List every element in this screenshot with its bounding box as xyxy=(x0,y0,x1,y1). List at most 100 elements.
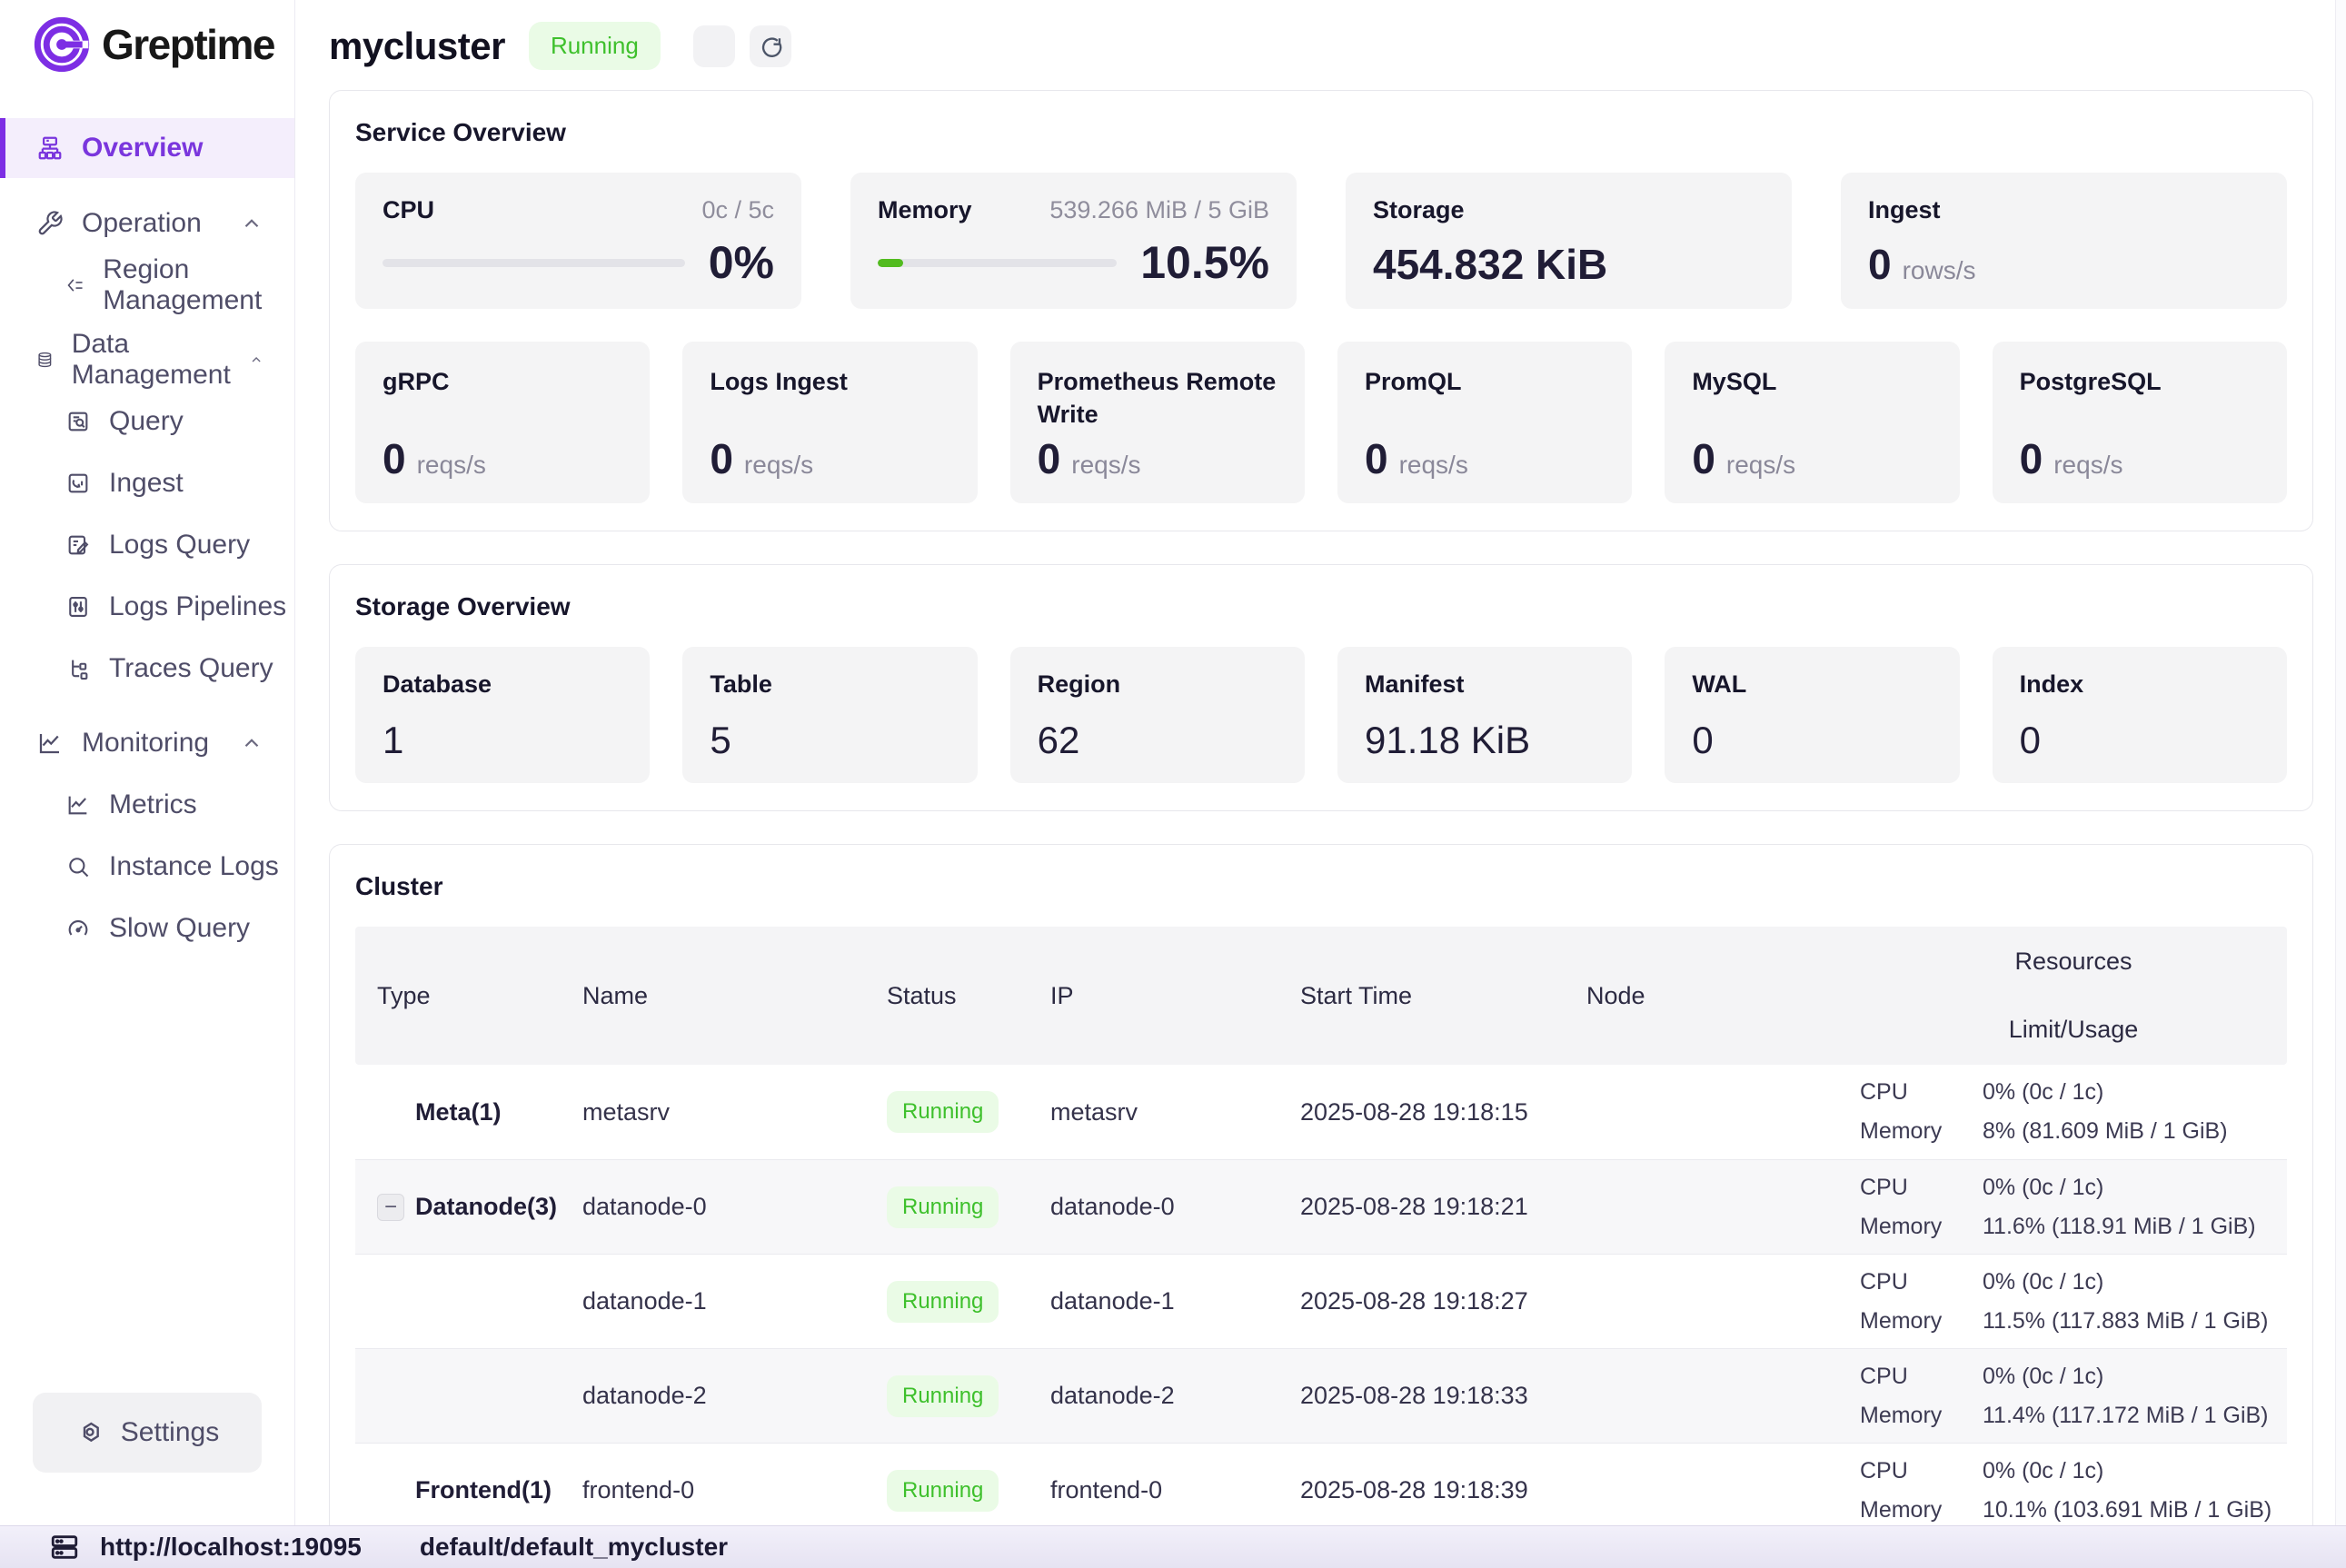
postgresql-unit: reqs/s xyxy=(2053,451,2122,480)
logs-query-icon xyxy=(65,532,91,558)
prometheus-remote-write-label: Prometheus Remote Write xyxy=(1038,365,1277,432)
promql-value: 0 xyxy=(1365,438,1388,480)
memory-resource-label: Memory xyxy=(1860,1403,1983,1429)
sidebar-group-data-management[interactable]: Data Management xyxy=(0,331,294,389)
limit-usage-header-label: Limit/Usage xyxy=(2009,1016,2139,1044)
sidebar-item-slow-query[interactable]: Slow Query xyxy=(0,899,294,958)
node-resources: CPU0% (0c / 1c) Memory11.4% (117.172 MiB… xyxy=(1860,1364,2287,1429)
storage-value: 454.832 KiB xyxy=(1373,243,1764,285)
cluster-title: Cluster xyxy=(355,872,2287,901)
logs-ingest-unit: reqs/s xyxy=(744,451,813,480)
status-badge: Running xyxy=(529,22,661,70)
column-header-ip: IP xyxy=(1050,982,1300,1010)
status-bar: http://localhost:19095 default/default_m… xyxy=(0,1525,2346,1568)
chevron-up-icon xyxy=(240,212,263,235)
traces-query-icon xyxy=(65,656,91,681)
current-database[interactable]: default/default_mycluster xyxy=(420,1533,728,1562)
node-start-time: 2025-08-28 19:18:39 xyxy=(1300,1476,1586,1504)
header-actions xyxy=(693,25,791,67)
database-tile-label: Database xyxy=(383,670,622,699)
wal-tile-label: WAL xyxy=(1692,670,1932,699)
promql-label: PromQL xyxy=(1365,365,1605,398)
node-name: frontend-0 xyxy=(582,1476,887,1504)
postgresql-value: 0 xyxy=(2020,438,2043,480)
node-name: datanode-1 xyxy=(582,1287,887,1315)
memory-resource-value: 11.6% (118.91 MiB / 1 GiB) xyxy=(1983,1214,2256,1240)
node-resources: CPU0% (0c / 1c) Memory8% (81.609 MiB / 1… xyxy=(1860,1079,2287,1145)
region-management-icon xyxy=(65,273,84,298)
sidebar-footer: Settings xyxy=(0,1393,294,1525)
node-type: Meta(1) xyxy=(415,1098,502,1126)
grpc-card: gRPC 0reqs/s xyxy=(355,342,650,503)
gear-icon xyxy=(75,1418,104,1447)
database-tile: Database 1 xyxy=(355,647,650,783)
logs-pipelines-icon xyxy=(65,594,91,620)
sidebar: Greptime Overview Operation Region Manag… xyxy=(0,0,295,1525)
cpu-resource-value: 0% (0c / 1c) xyxy=(1983,1364,2103,1390)
sidebar-nav: Overview Operation Region Management Dat… xyxy=(0,87,294,1393)
sidebar-item-label: Slow Query xyxy=(109,913,250,944)
promql-unit: reqs/s xyxy=(1399,451,1468,480)
storage-tile-row: Database 1 Table 5 Region 62 Manifest 91… xyxy=(355,647,2287,783)
sidebar-item-label: Overview xyxy=(82,133,203,164)
column-header-type: Type xyxy=(355,982,582,1010)
sidebar-item-query[interactable]: Query xyxy=(0,392,294,451)
sidebar-item-logs-query[interactable]: Logs Query xyxy=(0,516,294,574)
grpc-label: gRPC xyxy=(383,365,622,398)
ingest-card: Ingest 0 rows/s xyxy=(1841,173,2287,309)
grpc-value: 0 xyxy=(383,438,406,480)
sidebar-item-label: Traces Query xyxy=(109,653,273,684)
prometheus-remote-write-value: 0 xyxy=(1038,438,1061,480)
manifest-tile: Manifest 91.18 KiB xyxy=(1337,647,1632,783)
cluster-panel: Cluster Type Name Status IP Start Time N… xyxy=(329,844,2313,1525)
ingest-icon xyxy=(65,471,91,496)
memory-resource-value: 11.5% (117.883 MiB / 1 GiB) xyxy=(1983,1308,2269,1335)
index-tile-value: 0 xyxy=(2020,721,2260,759)
service-overview-title: Service Overview xyxy=(355,118,2287,147)
row-status-badge: Running xyxy=(887,1186,999,1228)
cpu-resource-label: CPU xyxy=(1860,1364,1983,1390)
cpu-resource-label: CPU xyxy=(1860,1269,1983,1295)
sidebar-item-logs-pipelines[interactable]: Logs Pipelines xyxy=(0,578,294,636)
memory-progress-track xyxy=(878,259,1117,267)
prometheus-remote-write-unit: reqs/s xyxy=(1071,451,1140,480)
sidebar-item-metrics[interactable]: Metrics xyxy=(0,776,294,834)
endpoint-url[interactable]: http://localhost:19095 xyxy=(100,1533,362,1562)
sidebar-item-instance-logs[interactable]: Instance Logs xyxy=(0,838,294,896)
sidebar-item-overview[interactable]: Overview xyxy=(0,118,294,178)
node-ip: datanode-2 xyxy=(1050,1382,1300,1410)
sidebar-item-region-management[interactable]: Region Management xyxy=(0,256,294,314)
column-header-start-time: Start Time xyxy=(1300,982,1586,1010)
sidebar-item-label: Ingest xyxy=(109,468,184,499)
sidebar-group-monitoring[interactable]: Monitoring xyxy=(0,714,294,772)
node-ip: metasrv xyxy=(1050,1098,1300,1126)
scrollbar-gutter[interactable] xyxy=(2335,0,2346,1525)
sidebar-item-traces-query[interactable]: Traces Query xyxy=(0,640,294,698)
refresh-button[interactable] xyxy=(750,25,791,67)
node-start-time: 2025-08-28 19:18:33 xyxy=(1300,1382,1586,1410)
ingest-value: 0 xyxy=(1868,243,1892,285)
column-header-name: Name xyxy=(582,982,887,1010)
sidebar-item-label: Query xyxy=(109,406,184,437)
sidebar-item-label: Metrics xyxy=(109,789,197,820)
memory-resource-value: 11.4% (117.172 MiB / 1 GiB) xyxy=(1983,1403,2269,1429)
settings-button[interactable]: Settings xyxy=(33,1393,262,1473)
memory-resource-value: 8% (81.609 MiB / 1 GiB) xyxy=(1983,1118,2228,1145)
memory-resource-label: Memory xyxy=(1860,1497,1983,1523)
table-row-datanode-1: datanode-1 Running datanode-1 2025-08-28… xyxy=(355,1254,2287,1348)
node-resources: CPU0% (0c / 1c) Memory11.5% (117.883 MiB… xyxy=(1860,1269,2287,1335)
sidebar-item-ingest[interactable]: Ingest xyxy=(0,454,294,512)
query-icon xyxy=(65,409,91,434)
node-type: Datanode(3) xyxy=(415,1193,557,1221)
memory-limit: 539.266 MiB / 5 GiB xyxy=(1049,196,1269,224)
mysql-value: 0 xyxy=(1692,438,1715,480)
memory-resource-label: Memory xyxy=(1860,1118,1983,1145)
empty-icon-button[interactable] xyxy=(693,25,735,67)
memory-card: Memory 539.266 MiB / 5 GiB 10.5% xyxy=(850,173,1297,309)
sidebar-group-operation[interactable]: Operation xyxy=(0,194,294,253)
region-tile: Region 62 xyxy=(1010,647,1305,783)
server-icon xyxy=(49,1532,80,1563)
mysql-card: MySQL 0reqs/s xyxy=(1665,342,1959,503)
column-header-resources: Resources Limit/Usage xyxy=(1860,927,2287,1065)
collapse-button[interactable]: − xyxy=(377,1194,404,1221)
